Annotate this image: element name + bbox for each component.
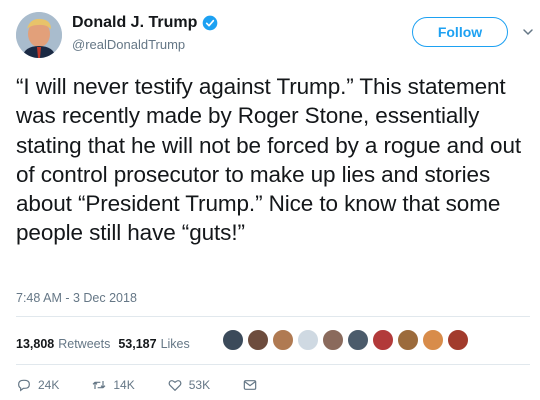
timestamp[interactable]: 7:48 AM - 3 Dec 2018	[16, 291, 137, 305]
liker-avatar[interactable]	[247, 329, 269, 351]
display-name[interactable]: Donald J. Trump	[72, 14, 197, 32]
liker-avatar[interactable]	[297, 329, 319, 351]
divider	[16, 364, 530, 365]
liker-avatar[interactable]	[447, 329, 469, 351]
retweet-count: 14K	[113, 378, 135, 392]
like-count: 53K	[188, 378, 211, 392]
reply-icon	[18, 379, 30, 392]
retweet-icon	[92, 381, 106, 389]
liker-avatar[interactable]	[422, 329, 444, 351]
like-button[interactable]: 53K	[167, 377, 210, 393]
liker-avatars	[222, 329, 472, 351]
likes-count[interactable]: 53,187	[118, 337, 156, 351]
liker-avatar[interactable]	[272, 329, 294, 351]
liker-avatar[interactable]	[347, 329, 369, 351]
follow-button[interactable]: Follow	[412, 17, 508, 47]
liker-avatar[interactable]	[322, 329, 344, 351]
avatar-image	[16, 12, 62, 58]
likes-label[interactable]: Likes	[161, 337, 190, 351]
action-bar: 24K 14K 53K	[16, 377, 296, 393]
direct-message-button[interactable]	[242, 377, 264, 393]
verified-badge-icon	[203, 15, 218, 31]
user-handle[interactable]: @realDonaldTrump	[72, 37, 185, 52]
reply-count: 24K	[38, 378, 60, 392]
avatar[interactable]	[16, 12, 62, 58]
reply-button[interactable]: 24K	[16, 377, 59, 393]
liker-avatar[interactable]	[372, 329, 394, 351]
divider	[16, 316, 530, 317]
retweet-button[interactable]: 14K	[91, 377, 135, 393]
engagement-stats: 13,808 Retweets 53,187 Likes	[16, 337, 198, 351]
author-name-row: Donald J. Trump	[72, 14, 218, 32]
heart-icon	[168, 380, 182, 391]
liker-avatar[interactable]	[397, 329, 419, 351]
retweets-count[interactable]: 13,808	[16, 337, 54, 351]
tweet-text: “I will never testify against Trump.” Th…	[16, 74, 522, 246]
liker-avatar[interactable]	[222, 329, 244, 351]
direct-message-icon	[243, 380, 257, 390]
chevron-down-icon[interactable]	[522, 26, 534, 38]
retweets-label[interactable]: Retweets	[58, 337, 110, 351]
